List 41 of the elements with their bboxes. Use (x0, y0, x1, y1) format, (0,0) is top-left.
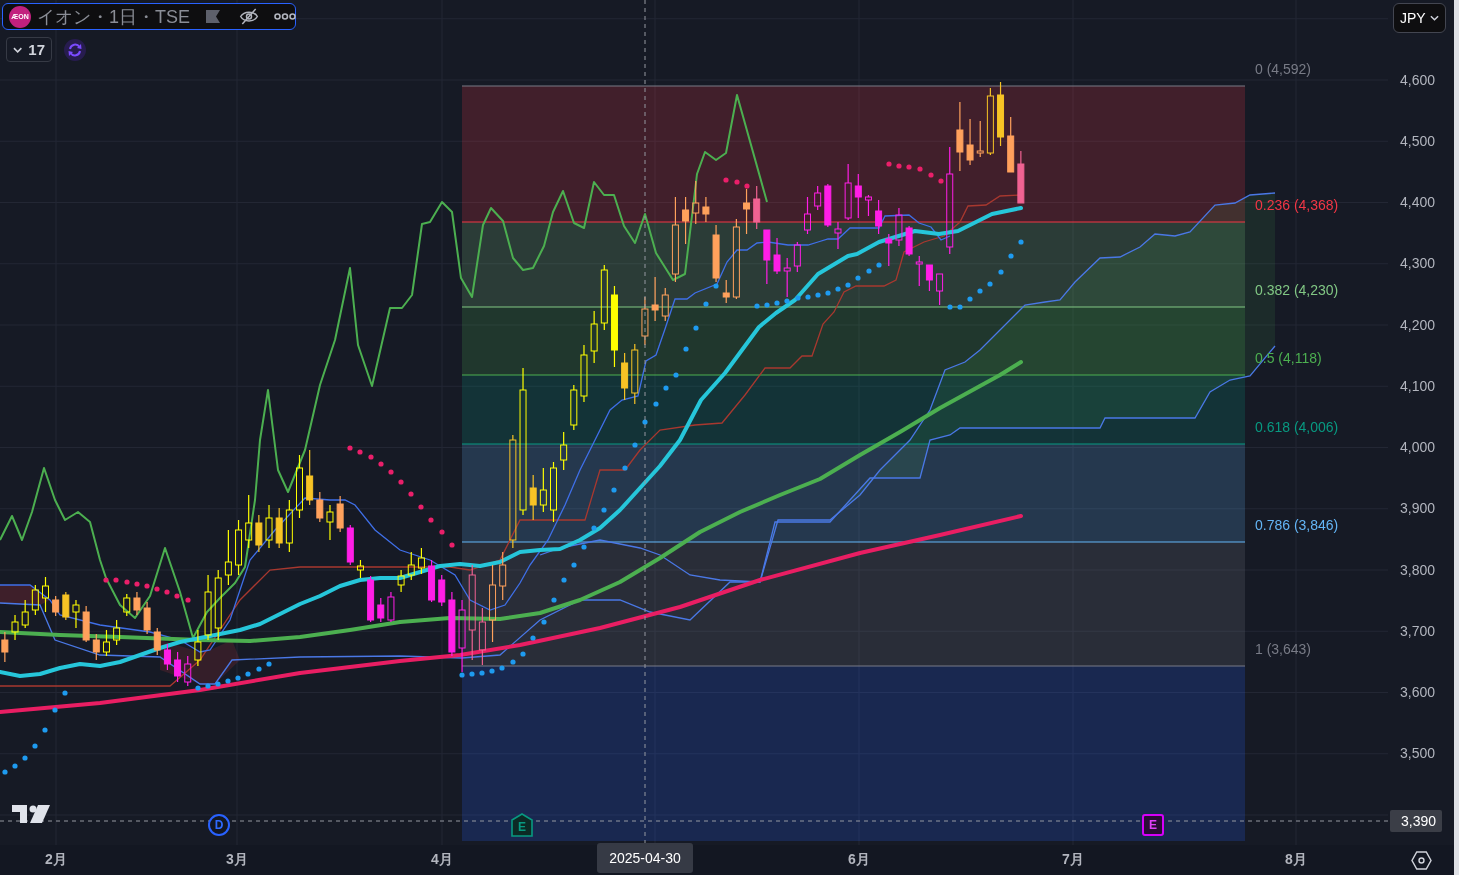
dividend-marker[interactable]: D (208, 814, 230, 836)
price-label: 3,800 (1399, 561, 1435, 578)
time-label: 3月 (226, 851, 248, 869)
time-label: 2月 (45, 851, 67, 869)
ichimoku-cloud (0, 585, 50, 605)
price-label: 3,600 (1399, 684, 1435, 701)
eye-slash-icon[interactable] (239, 8, 260, 25)
price-label: 4,100 (1399, 377, 1435, 394)
price-label: 4,600 (1399, 71, 1435, 88)
fibonacci-level-label: 1 (3,643) (1255, 641, 1312, 658)
price-label: 4,000 (1399, 439, 1435, 456)
indicators-toggle-button[interactable]: 17 (6, 37, 52, 62)
price-label: 4,500 (1399, 132, 1435, 149)
fibonacci-level-label: 0.618 (4,006) (1255, 419, 1339, 436)
chevron-down-icon (1430, 15, 1439, 21)
more-icon[interactable] (274, 13, 297, 20)
fibonacci-level-label: 0.786 (3,846) (1255, 517, 1339, 534)
time-label: 6月 (848, 851, 870, 869)
sync-icon[interactable] (64, 38, 86, 61)
chevron-down-icon (13, 46, 23, 53)
price-label: 3,500 (1399, 745, 1435, 762)
logo-icon (12, 805, 50, 823)
time-label: 7月 (1062, 851, 1084, 869)
price-label: 3,700 (1399, 622, 1435, 639)
currency-button[interactable]: JPY (1393, 3, 1446, 33)
time-label: 4月 (431, 851, 453, 869)
crosshair-price-label: 3,390 (1390, 810, 1442, 832)
fibonacci-level-label: 0 (4,592) (1255, 61, 1312, 78)
time-label: 8月 (1285, 851, 1307, 869)
price-label: 4,400 (1399, 194, 1435, 211)
price-label: 3,900 (1399, 500, 1435, 517)
settings-icon[interactable] (1410, 850, 1432, 870)
earnings-marker[interactable]: E (1142, 814, 1164, 836)
price-label: 4,300 (1399, 255, 1435, 272)
fibonacci-level-label: 0.236 (4,368) (1255, 197, 1339, 214)
earnings-marker[interactable]: E (511, 813, 533, 837)
flag-icon[interactable] (206, 10, 221, 23)
crosshair-date-label: 2025-04-30 (597, 843, 693, 873)
symbol-title[interactable]: イオン・1日・TSE (37, 4, 191, 29)
price-label: 4,200 (1399, 316, 1435, 333)
fibonacci-level-label: 0.382 (4,230) (1255, 282, 1339, 299)
